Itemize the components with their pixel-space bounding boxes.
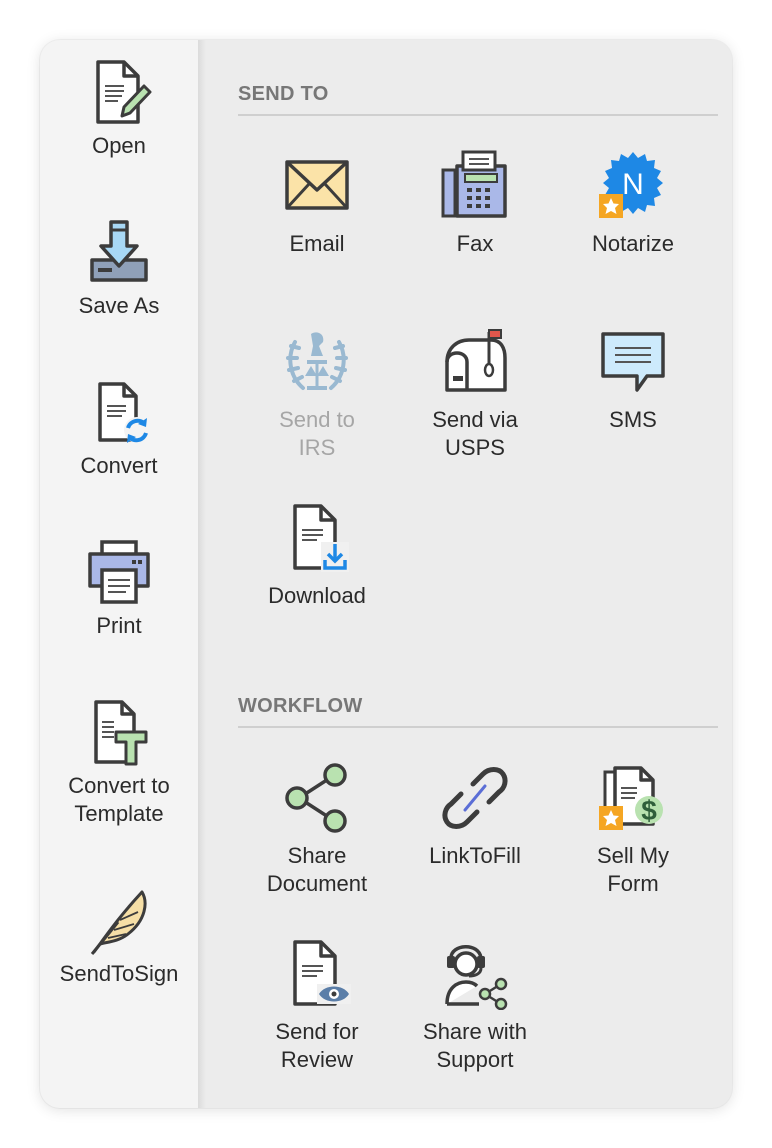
sidebar-item-label: Convert: [80, 453, 158, 478]
tile-send-for-review[interactable]: Send for Review: [238, 938, 396, 1074]
tile-label: Share Document: [266, 843, 368, 896]
chat-bubble-icon: [601, 332, 665, 392]
tile-sms[interactable]: SMS: [554, 326, 712, 434]
sidebar-item-open[interactable]: Open: [40, 58, 198, 160]
tile-sell-my-form[interactable]: $ Sell My Form: [554, 762, 712, 898]
sidebar-item-convert-to-template[interactable]: Convert to Template: [40, 698, 198, 828]
tile-label: LinkToFill: [429, 843, 521, 868]
support-agent-icon: [445, 945, 508, 1010]
tile-fax[interactable]: Fax: [396, 150, 554, 258]
notary-seal-icon: N: [599, 152, 663, 218]
tile-label: Send to IRS: [279, 407, 355, 460]
sidebar-divider: [198, 40, 206, 1108]
tile-share-with-support[interactable]: Share with Support: [396, 938, 554, 1074]
tile-email[interactable]: Email: [238, 150, 396, 258]
document-download-icon: [293, 504, 349, 572]
tile-label: Fax: [456, 231, 494, 256]
svg-text:N: N: [622, 168, 644, 201]
fax-icon: [441, 150, 507, 218]
quill-pen-icon: [90, 890, 147, 955]
section-divider: [238, 114, 718, 116]
irs-emblem-icon: [286, 332, 348, 390]
sidebar: Open Save As Convert Print Convert to Te…: [40, 40, 198, 1108]
printer-icon: [88, 540, 150, 604]
sidebar-item-label: Save As: [78, 293, 160, 318]
sidebar-item-print[interactable]: Print: [40, 538, 198, 640]
tile-label: Notarize: [592, 231, 674, 256]
tile-label: Email: [289, 231, 345, 256]
document-convert-icon: [98, 382, 150, 443]
tile-send-to-irs[interactable]: Send to IRS: [238, 326, 396, 462]
tile-label: Send via USPS: [432, 407, 518, 460]
tile-label: Sell My Form: [596, 843, 670, 896]
document-template-icon: [94, 700, 148, 766]
section-divider: [238, 726, 718, 728]
sidebar-item-save-as[interactable]: Save As: [40, 218, 198, 320]
save-download-icon: [90, 220, 148, 282]
sidebar-item-label: SendToSign: [59, 961, 179, 986]
sidebar-item-label: Print: [96, 613, 142, 638]
svg-text:$: $: [641, 795, 657, 826]
tile-label: SMS: [609, 407, 657, 432]
tile-label: Send for Review: [275, 1019, 359, 1072]
link-icon: [442, 767, 508, 829]
sidebar-item-convert[interactable]: Convert: [40, 378, 198, 480]
share-icon: [285, 763, 347, 833]
section-title-send-to: SEND TO: [238, 83, 329, 105]
sidebar-item-label: Open: [92, 133, 146, 158]
sidebar-item-label: Convert to Template: [68, 773, 170, 826]
tile-linktofill[interactable]: LinkToFill: [396, 762, 554, 870]
publish-panel: Open Save As Convert Print Convert to Te…: [40, 40, 732, 1108]
document-edit-icon: [96, 60, 152, 124]
tile-send-via-usps[interactable]: Send via USPS: [396, 326, 554, 462]
tile-label: Download: [268, 583, 366, 608]
tile-notarize[interactable]: N Notarize: [554, 150, 712, 258]
tile-download[interactable]: Download: [238, 502, 396, 610]
document-dollar-icon: $: [599, 766, 663, 830]
section-title-workflow: WORKFLOW: [238, 695, 363, 717]
tile-label: Share with Support: [423, 1019, 527, 1072]
sidebar-item-sendtosign[interactable]: SendToSign: [40, 886, 198, 988]
mailbox-icon: [445, 329, 507, 392]
tile-share-document[interactable]: Share Document: [238, 762, 396, 898]
envelope-icon: [285, 160, 349, 210]
document-eye-icon: [293, 940, 351, 1006]
